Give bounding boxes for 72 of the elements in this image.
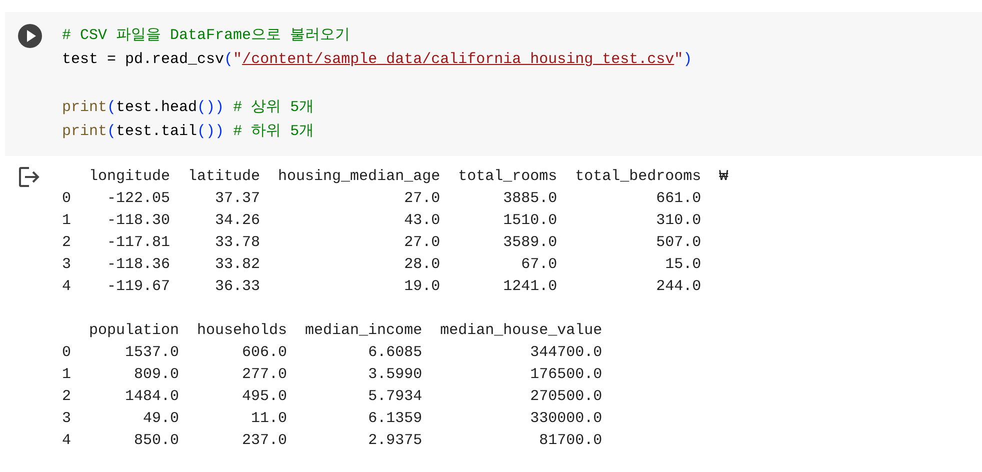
table-cell-text: 237.0: [241, 431, 288, 451]
column-header: total_bedrooms: [575, 167, 702, 187]
column-header: longitude: [89, 167, 170, 187]
row-index: 0: [62, 189, 72, 209]
table-cell-text: 33.78: [214, 233, 260, 253]
table-cell-text: 850.0: [133, 431, 180, 451]
table-cell-text: 67.0: [520, 255, 558, 275]
table-cell-text: 19.0: [403, 277, 440, 297]
output-icon[interactable]: [19, 167, 41, 187]
table-cell-text: 606.0: [241, 343, 288, 363]
table-cell-text: -122.05: [106, 189, 170, 209]
table-cell-text: -119.67: [106, 277, 170, 297]
table-cell-text: 28.0: [403, 255, 440, 275]
table-cell-text: 495.0: [241, 387, 288, 407]
table-cell-text: 507.0: [655, 233, 702, 253]
table-cell-text: 2.9375: [367, 431, 422, 451]
table-cell-text: 5.7934: [367, 387, 422, 407]
table-cell-text: 661.0: [655, 189, 702, 209]
table-cell-text: 344700.0: [529, 343, 602, 363]
table-cell-text: 11.0: [250, 409, 288, 429]
code-line: print(test.head()) # 상위 5개: [62, 98, 316, 118]
row-index: 3: [62, 409, 72, 429]
table-cell-text: -118.36: [106, 255, 170, 275]
table-cell-text: 1484.0: [124, 387, 180, 407]
row-index: 0: [62, 343, 72, 363]
row-index: 2: [62, 233, 72, 253]
table-cell-text: -117.81: [106, 233, 170, 253]
row-index: 2: [62, 387, 72, 407]
table-cell-text: -118.30: [106, 211, 170, 231]
column-header: median_house_value: [440, 321, 602, 341]
table-cell-text: 244.0: [655, 277, 702, 297]
row-index: 4: [62, 431, 72, 451]
row-index: 1: [62, 365, 72, 385]
play-icon: [26, 30, 36, 42]
table-cell-text: 6.1359: [367, 409, 422, 429]
table-cell-text: 330000.0: [529, 409, 602, 429]
column-header: latitude: [188, 167, 260, 187]
column-header: housing_median_age: [278, 167, 440, 187]
line-continuation-mark: ₩: [719, 167, 728, 187]
row-index: 1: [62, 211, 72, 231]
table-cell-text: 81700.0: [538, 431, 602, 451]
run-button[interactable]: [18, 24, 42, 48]
table-cell-text: 33.82: [214, 255, 260, 275]
table-cell-text: 277.0: [241, 365, 288, 385]
code-line: test = pd.read_csv("/content/sample_data/california_housing_test.csv"): [62, 50, 692, 70]
table-cell-text: 37.37: [214, 189, 260, 209]
column-header: population: [89, 321, 180, 341]
table-cell-text: 43.0: [403, 211, 440, 231]
table-cell-text: 1510.0: [502, 211, 558, 231]
column-header: median_income: [305, 321, 422, 341]
code-line: print(test.tail()) # 하위 5개: [62, 122, 316, 142]
table-cell-text: 6.6085: [367, 343, 422, 363]
table-cell-text: 49.0: [142, 409, 180, 429]
table-cell-text: 15.0: [664, 255, 702, 275]
column-header: total_rooms: [458, 167, 558, 187]
row-index: 3: [62, 255, 72, 275]
table-cell-text: 3885.0: [502, 189, 558, 209]
table-cell-text: 1537.0: [124, 343, 180, 363]
code-line: # CSV 파일을 DataFrame으로 불러오기: [62, 26, 352, 46]
table-cell-text: 1241.0: [502, 277, 558, 297]
table-cell-text: 270500.0: [529, 387, 602, 407]
table-cell-text: 809.0: [133, 365, 180, 385]
table-cell-text: 3589.0: [502, 233, 558, 253]
table-cell-text: 176500.0: [529, 365, 602, 385]
table-cell-text: 310.0: [655, 211, 702, 231]
table-cell-text: 27.0: [403, 233, 440, 253]
table-cell-text: 27.0: [403, 189, 440, 209]
table-cell-text: 36.33: [214, 277, 260, 297]
table-cell-text: 34.26: [214, 211, 260, 231]
table-cell-text: 3.5990: [367, 365, 422, 385]
row-index: 4: [62, 277, 72, 297]
column-header: households: [197, 321, 288, 341]
